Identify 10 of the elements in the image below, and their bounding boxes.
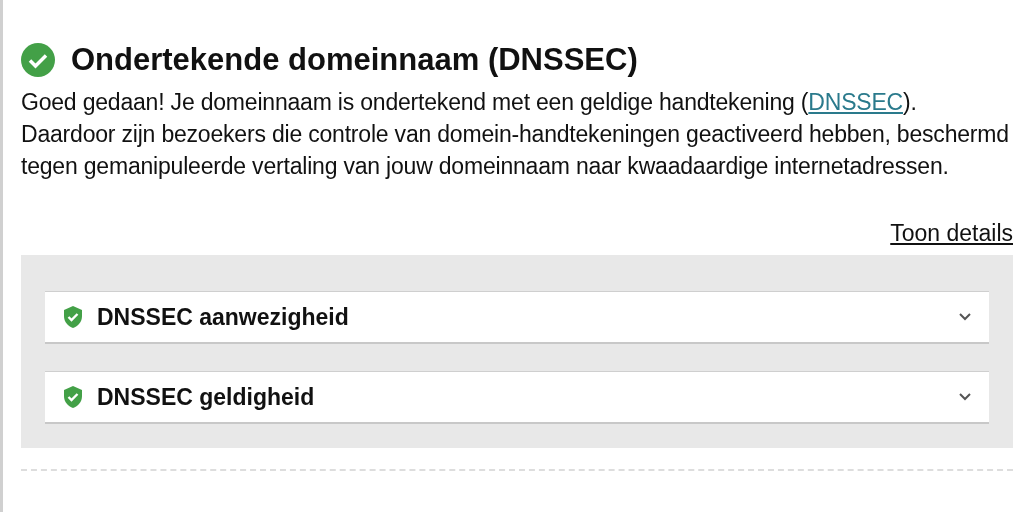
description-paragraph: Goed gedaan! Je domeinnaam is ondertekend met een geldige handtekening (DNSSEC). Daardoor zijn bezoekers die controle van domein-handtekeningen geactiveerd hebben, beschermd tegen gemanipuleerde vertaling van jouw domeinnaam naar kwaadaardige internetadressen.	[21, 88, 1010, 181]
check-label: DNSSEC geldigheid	[97, 383, 316, 411]
check-row[interactable]: DNSSEC aanwezigheid	[45, 291, 989, 344]
chevron-down-icon[interactable]	[959, 393, 971, 401]
chevron-down-icon[interactable]	[959, 313, 971, 321]
section-title: Ondertekende domeinnaam (DNSSEC)	[71, 42, 638, 78]
dnssec-link[interactable]: DNSSEC	[808, 89, 903, 115]
check-row[interactable]: DNSSEC geldigheid	[45, 371, 989, 424]
show-details-link[interactable]: Toon details	[890, 220, 1013, 248]
check-label: DNSSEC aanwezigheid	[97, 303, 350, 331]
